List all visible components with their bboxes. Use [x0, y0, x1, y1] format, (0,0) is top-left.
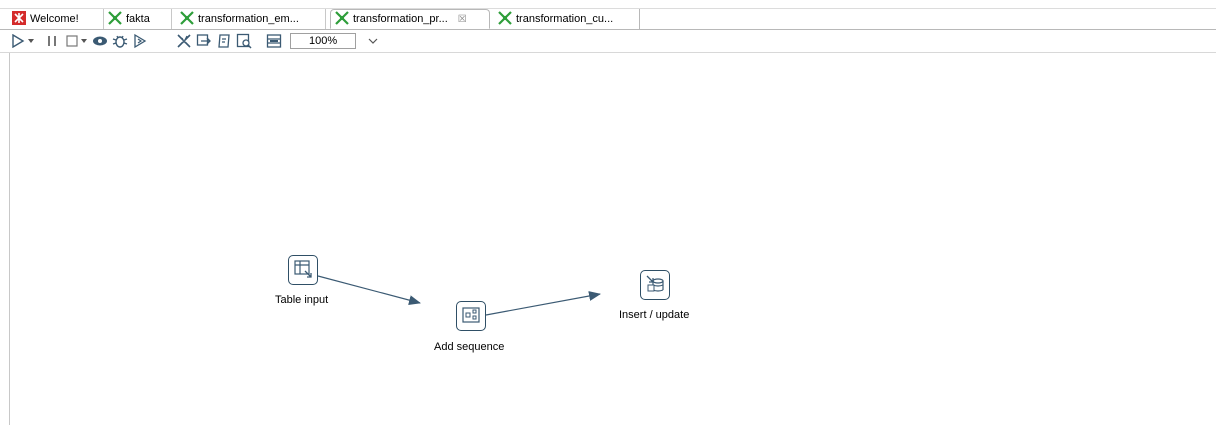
- step-table-input[interactable]: [288, 255, 318, 285]
- insert-update-icon: [645, 274, 665, 297]
- hops-layer: [317, 275, 601, 316]
- step-insert-update[interactable]: [640, 270, 670, 300]
- step-add-sequence[interactable]: [456, 301, 486, 331]
- step-label-insert-update: Insert / update: [619, 309, 690, 321]
- add-sequence-icon: [461, 305, 481, 328]
- hop-add-sequence-to-insert-update[interactable]: [485, 291, 601, 316]
- step-label-add-sequence: Add sequence: [434, 341, 505, 353]
- table-input-icon: [293, 259, 313, 282]
- step-label-table-input: Table input: [275, 294, 329, 306]
- hop-table-input-to-add-sequence[interactable]: [317, 275, 421, 306]
